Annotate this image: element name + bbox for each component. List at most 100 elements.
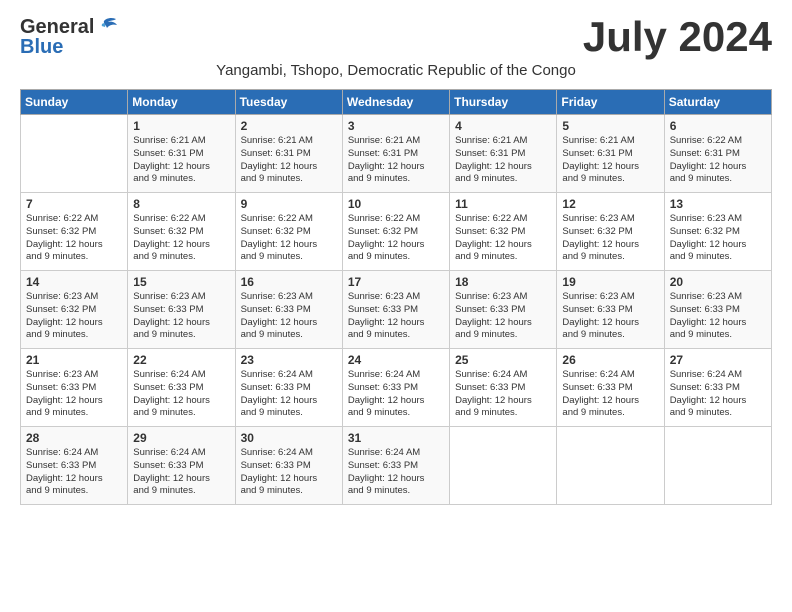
calendar-cell: 7Sunrise: 6:22 AM Sunset: 6:32 PM Daylig… xyxy=(21,193,128,271)
day-info: Sunrise: 6:22 AM Sunset: 6:32 PM Dayligh… xyxy=(455,213,551,264)
day-number: 9 xyxy=(241,197,337,211)
day-number: 20 xyxy=(670,275,766,289)
day-info: Sunrise: 6:21 AM Sunset: 6:31 PM Dayligh… xyxy=(455,135,551,186)
calendar-cell: 2 Sunrise: 6:21 AM Sunset: 6:31 PM Daylig… xyxy=(235,115,342,193)
day-number: 2 xyxy=(241,119,337,133)
calendar-cell: 22 Sunrise: 6:24 AM Sunset: 6:33 PM Dayli… xyxy=(128,349,235,427)
day-number: 22 xyxy=(133,353,229,367)
day-info: Sunrise: 6:23 AM Sunset: 6:33 PM Dayligh… xyxy=(26,369,122,420)
day-header-monday: Monday xyxy=(128,90,235,115)
calendar-cell: 11Sunrise: 6:22 AM Sunset: 6:32 PM Dayli… xyxy=(450,193,557,271)
calendar-cell: 19 Sunrise: 6:23 AM Sunset: 6:33 PM Dayli… xyxy=(557,271,664,349)
day-number: 21 xyxy=(26,353,122,367)
day-number: 13 xyxy=(670,197,766,211)
day-info: Sunrise: 6:21 AM Sunset: 6:31 PM Dayligh… xyxy=(133,135,229,186)
day-number: 1 xyxy=(133,119,229,133)
day-info: Sunrise: 6:24 AM Sunset: 6:33 PM Dayligh… xyxy=(348,369,444,420)
logo-bird-icon xyxy=(96,17,118,37)
calendar-cell: 26 Sunrise: 6:24 AM Sunset: 6:33 PM Dayli… xyxy=(557,349,664,427)
day-info: Sunrise: 6:24 AM Sunset: 6:33 PM Dayligh… xyxy=(348,447,444,498)
day-header-tuesday: Tuesday xyxy=(235,90,342,115)
day-number: 26 xyxy=(562,353,658,367)
calendar-cell: 16 Sunrise: 6:23 AM Sunset: 6:33 PM Dayli… xyxy=(235,271,342,349)
calendar-cell: 29 Sunrise: 6:24 AM Sunset: 6:33 PM Dayli… xyxy=(128,427,235,505)
calendar-cell: 10 Sunrise: 6:22 AM Sunset: 6:32 PM Dayli… xyxy=(342,193,449,271)
day-info: Sunrise: 6:22 AM Sunset: 6:32 PM Dayligh… xyxy=(26,213,122,264)
day-info: Sunrise: 6:21 AM Sunset: 6:31 PM Dayligh… xyxy=(562,135,658,186)
day-number: 25 xyxy=(455,353,551,367)
calendar-cell: 8Sunrise: 6:22 AM Sunset: 6:32 PM Daylig… xyxy=(128,193,235,271)
calendar-cell: 23Sunrise: 6:24 AM Sunset: 6:33 PM Dayli… xyxy=(235,349,342,427)
day-info: Sunrise: 6:23 AM Sunset: 6:32 PM Dayligh… xyxy=(26,291,122,342)
day-info: Sunrise: 6:23 AM Sunset: 6:33 PM Dayligh… xyxy=(133,291,229,342)
day-number: 15 xyxy=(133,275,229,289)
calendar-table: SundayMondayTuesdayWednesdayThursdayFrid… xyxy=(20,89,772,505)
day-info: Sunrise: 6:23 AM Sunset: 6:33 PM Dayligh… xyxy=(241,291,337,342)
day-header-sunday: Sunday xyxy=(21,90,128,115)
location-title: Yangambi, Tshopo, Democratic Republic of… xyxy=(20,62,772,79)
header-top: General Blue July 2024 xyxy=(20,16,772,58)
logo-blue-text: Blue xyxy=(20,37,118,57)
week-row-5: 28 Sunrise: 6:24 AM Sunset: 6:33 PM Dayli… xyxy=(21,427,772,505)
day-number: 4 xyxy=(455,119,551,133)
day-info: Sunrise: 6:23 AM Sunset: 6:33 PM Dayligh… xyxy=(455,291,551,342)
day-number: 30 xyxy=(241,431,337,445)
day-info: Sunrise: 6:21 AM Sunset: 6:31 PM Dayligh… xyxy=(348,135,444,186)
day-header-saturday: Saturday xyxy=(664,90,771,115)
day-headers-row: SundayMondayTuesdayWednesdayThursdayFrid… xyxy=(21,90,772,115)
day-info: Sunrise: 6:23 AM Sunset: 6:33 PM Dayligh… xyxy=(670,291,766,342)
calendar-cell xyxy=(557,427,664,505)
day-number: 6 xyxy=(670,119,766,133)
calendar-cell: 3 Sunrise: 6:21 AM Sunset: 6:31 PM Daylig… xyxy=(342,115,449,193)
day-number: 29 xyxy=(133,431,229,445)
day-number: 5 xyxy=(562,119,658,133)
calendar-cell: 15 Sunrise: 6:23 AM Sunset: 6:33 PM Dayli… xyxy=(128,271,235,349)
calendar-cell xyxy=(450,427,557,505)
calendar-cell: 13Sunrise: 6:23 AM Sunset: 6:32 PM Dayli… xyxy=(664,193,771,271)
day-number: 27 xyxy=(670,353,766,367)
day-number: 31 xyxy=(348,431,444,445)
day-info: Sunrise: 6:23 AM Sunset: 6:33 PM Dayligh… xyxy=(562,291,658,342)
calendar-cell: 6 Sunrise: 6:22 AM Sunset: 6:31 PM Daylig… xyxy=(664,115,771,193)
calendar-cell: 31 Sunrise: 6:24 AM Sunset: 6:33 PM Dayli… xyxy=(342,427,449,505)
calendar-cell: 17 Sunrise: 6:23 AM Sunset: 6:33 PM Dayli… xyxy=(342,271,449,349)
day-info: Sunrise: 6:24 AM Sunset: 6:33 PM Dayligh… xyxy=(241,447,337,498)
calendar-cell xyxy=(21,115,128,193)
week-row-2: 7Sunrise: 6:22 AM Sunset: 6:32 PM Daylig… xyxy=(21,193,772,271)
week-row-1: 1 Sunrise: 6:21 AM Sunset: 6:31 PM Daylig… xyxy=(21,115,772,193)
day-info: Sunrise: 6:22 AM Sunset: 6:31 PM Dayligh… xyxy=(670,135,766,186)
day-number: 10 xyxy=(348,197,444,211)
day-number: 16 xyxy=(241,275,337,289)
day-number: 3 xyxy=(348,119,444,133)
day-number: 14 xyxy=(26,275,122,289)
calendar-cell: 24 Sunrise: 6:24 AM Sunset: 6:33 PM Dayli… xyxy=(342,349,449,427)
day-info: Sunrise: 6:24 AM Sunset: 6:33 PM Dayligh… xyxy=(562,369,658,420)
calendar-cell: 28 Sunrise: 6:24 AM Sunset: 6:33 PM Dayli… xyxy=(21,427,128,505)
day-info: Sunrise: 6:24 AM Sunset: 6:33 PM Dayligh… xyxy=(133,447,229,498)
day-info: Sunrise: 6:21 AM Sunset: 6:31 PM Dayligh… xyxy=(241,135,337,186)
day-info: Sunrise: 6:24 AM Sunset: 6:33 PM Dayligh… xyxy=(133,369,229,420)
day-info: Sunrise: 6:22 AM Sunset: 6:32 PM Dayligh… xyxy=(133,213,229,264)
day-number: 17 xyxy=(348,275,444,289)
day-info: Sunrise: 6:22 AM Sunset: 6:32 PM Dayligh… xyxy=(241,213,337,264)
calendar-cell: 4 Sunrise: 6:21 AM Sunset: 6:31 PM Daylig… xyxy=(450,115,557,193)
day-info: Sunrise: 6:23 AM Sunset: 6:32 PM Dayligh… xyxy=(562,213,658,264)
week-row-4: 21 Sunrise: 6:23 AM Sunset: 6:33 PM Dayli… xyxy=(21,349,772,427)
day-info: Sunrise: 6:24 AM Sunset: 6:33 PM Dayligh… xyxy=(241,369,337,420)
day-header-thursday: Thursday xyxy=(450,90,557,115)
day-header-friday: Friday xyxy=(557,90,664,115)
month-title: July 2024 xyxy=(583,16,772,58)
day-number: 24 xyxy=(348,353,444,367)
day-number: 19 xyxy=(562,275,658,289)
day-info: Sunrise: 6:23 AM Sunset: 6:33 PM Dayligh… xyxy=(348,291,444,342)
calendar-cell: 20 Sunrise: 6:23 AM Sunset: 6:33 PM Dayli… xyxy=(664,271,771,349)
day-number: 18 xyxy=(455,275,551,289)
calendar-cell: 9 Sunrise: 6:22 AM Sunset: 6:32 PM Daylig… xyxy=(235,193,342,271)
day-info: Sunrise: 6:24 AM Sunset: 6:33 PM Dayligh… xyxy=(26,447,122,498)
calendar-cell: 18 Sunrise: 6:23 AM Sunset: 6:33 PM Dayli… xyxy=(450,271,557,349)
day-info: Sunrise: 6:22 AM Sunset: 6:32 PM Dayligh… xyxy=(348,213,444,264)
calendar-cell: 14 Sunrise: 6:23 AM Sunset: 6:32 PM Dayli… xyxy=(21,271,128,349)
day-number: 28 xyxy=(26,431,122,445)
calendar-cell xyxy=(664,427,771,505)
day-info: Sunrise: 6:24 AM Sunset: 6:33 PM Dayligh… xyxy=(455,369,551,420)
